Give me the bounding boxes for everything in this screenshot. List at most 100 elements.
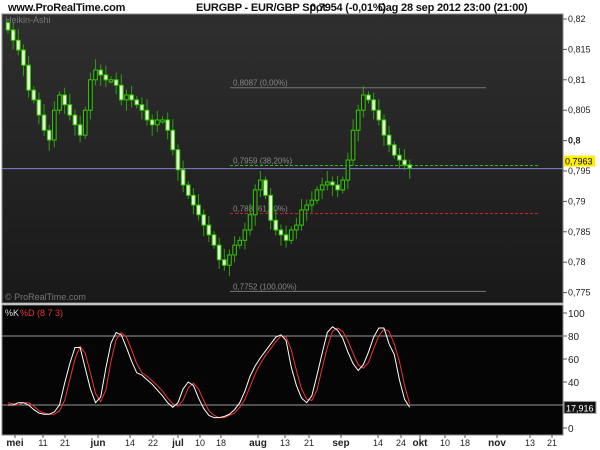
stoch-d-label: %D (8 7 3) bbox=[20, 308, 63, 318]
chart-canvas[interactable]: Heikin-Ashi © ProRealTime.com %K %D (8 7… bbox=[0, 0, 600, 450]
price-tick-label: 0,8 bbox=[568, 136, 581, 146]
candle bbox=[52, 109, 57, 141]
price-tick-label: 0,82 bbox=[568, 14, 586, 24]
candle bbox=[180, 169, 186, 186]
candle bbox=[113, 79, 119, 86]
candle bbox=[31, 89, 37, 101]
x-tick-label: 21 bbox=[547, 438, 557, 448]
candle bbox=[247, 214, 253, 231]
price-tick-label: 0,815 bbox=[568, 44, 591, 54]
x-tick-label: 18 bbox=[216, 438, 226, 448]
price-tick-label: 0,78 bbox=[568, 257, 586, 267]
candle bbox=[46, 129, 52, 141]
candle bbox=[170, 129, 176, 151]
x-tick-label: 13 bbox=[280, 438, 290, 448]
candle bbox=[268, 194, 273, 221]
candle bbox=[319, 184, 325, 191]
candle bbox=[72, 114, 78, 126]
candle bbox=[103, 74, 109, 81]
stoch-tick-label: 80 bbox=[568, 332, 580, 343]
x-tick-label: 21 bbox=[60, 438, 70, 448]
candle bbox=[16, 39, 21, 51]
candle bbox=[160, 119, 165, 123]
x-tick-label: jun bbox=[90, 438, 106, 449]
candle bbox=[155, 119, 160, 126]
candle bbox=[391, 144, 397, 156]
x-tick-label: mei bbox=[6, 438, 23, 449]
stoch-last-value: 17,916 bbox=[566, 403, 594, 413]
price-tick-label: 0,785 bbox=[568, 227, 591, 237]
stoch-tick-label: 100 bbox=[568, 309, 585, 320]
candle bbox=[88, 79, 93, 111]
candle bbox=[134, 99, 140, 106]
candle bbox=[355, 109, 361, 131]
candle bbox=[278, 229, 284, 236]
candle bbox=[98, 69, 104, 76]
last-price-value: 0,7963 bbox=[565, 157, 593, 167]
candle bbox=[335, 184, 340, 191]
candle bbox=[340, 179, 346, 191]
candle bbox=[366, 94, 371, 101]
fib-level-label: 0,7959 (38,20%) bbox=[233, 157, 292, 166]
fib-level-label: 0,7752 (100,00%) bbox=[233, 282, 297, 291]
candle bbox=[41, 114, 47, 131]
candle bbox=[258, 179, 263, 191]
candle bbox=[283, 234, 289, 241]
price-tick-label: 0,81 bbox=[568, 75, 586, 85]
indicator-label: Heikin-Ashi bbox=[5, 15, 51, 25]
candle bbox=[299, 209, 304, 226]
candle bbox=[67, 104, 73, 116]
x-tick-label: sep bbox=[332, 438, 349, 449]
candle bbox=[252, 189, 258, 216]
candle bbox=[206, 224, 212, 236]
stoch-tick-label: 0 bbox=[568, 424, 574, 435]
stoch-k-label: %K bbox=[5, 308, 19, 318]
candle bbox=[304, 204, 309, 211]
price-tick-label: 0,79 bbox=[568, 196, 586, 206]
candle bbox=[273, 219, 279, 231]
candle bbox=[36, 99, 42, 116]
x-tick-label: 22 bbox=[148, 438, 158, 448]
candle bbox=[139, 104, 145, 111]
candle bbox=[82, 109, 88, 136]
x-tick-label: 14 bbox=[125, 438, 135, 448]
x-tick-label: 18 bbox=[460, 438, 470, 448]
candle bbox=[314, 189, 320, 201]
price-tick-label: 0,805 bbox=[568, 105, 591, 115]
candle bbox=[242, 229, 248, 241]
candle bbox=[330, 181, 335, 186]
candle bbox=[201, 214, 206, 226]
candle bbox=[165, 119, 170, 131]
candle bbox=[10, 29, 16, 41]
candle bbox=[26, 64, 31, 91]
candle bbox=[397, 154, 402, 161]
price-tick-label: 0,775 bbox=[568, 288, 591, 298]
x-tick-label: 21 bbox=[304, 438, 314, 448]
candle bbox=[371, 99, 376, 111]
candle bbox=[232, 244, 237, 256]
candle bbox=[191, 194, 196, 206]
x-tick-label: 10 bbox=[440, 438, 450, 448]
candle bbox=[402, 159, 407, 166]
candle bbox=[175, 149, 181, 171]
stoch-tick-label: 40 bbox=[568, 378, 580, 389]
fib-level-label: 0,8087 (0,00%) bbox=[233, 79, 288, 88]
x-tick-label: 11 bbox=[38, 438, 47, 448]
candle bbox=[325, 181, 330, 186]
watermark: © ProRealTime.com bbox=[5, 292, 86, 302]
candle bbox=[227, 254, 232, 266]
candle bbox=[345, 159, 351, 181]
candle bbox=[129, 94, 134, 101]
candle bbox=[119, 84, 124, 101]
candle bbox=[57, 94, 62, 111]
x-tick-label: 14 bbox=[373, 438, 383, 448]
x-tick-label: nov bbox=[488, 438, 506, 449]
candle bbox=[294, 224, 299, 231]
candle bbox=[216, 244, 222, 261]
candle bbox=[62, 94, 67, 106]
candle bbox=[77, 124, 83, 136]
candle bbox=[21, 49, 26, 66]
candle bbox=[376, 109, 382, 121]
candle bbox=[196, 204, 201, 216]
x-tick-label: okt bbox=[413, 438, 429, 449]
